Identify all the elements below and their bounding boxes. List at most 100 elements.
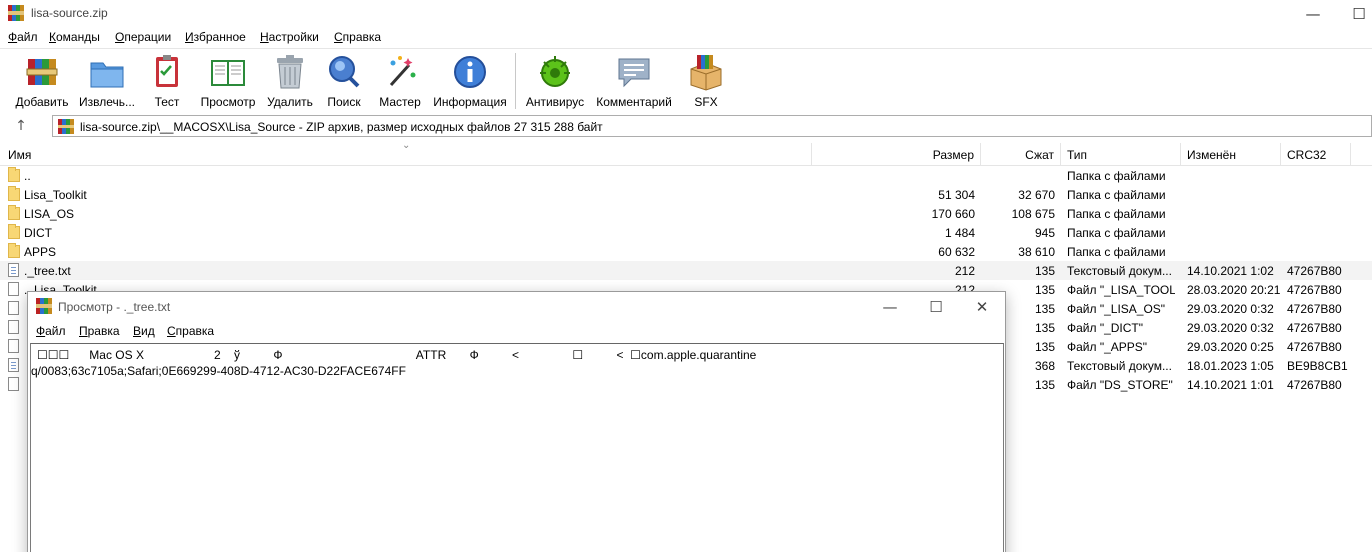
row-modified: 14.10.2021 1:02 (1187, 264, 1274, 278)
viewer-close-button[interactable]: ✕ (959, 292, 1005, 322)
row-size: 212 (954, 264, 975, 278)
menu-commands[interactable]: Команды (49, 30, 100, 44)
viewer-menu-edit[interactable]: Правка (79, 324, 120, 338)
file-icon (8, 282, 19, 296)
info-icon (451, 53, 489, 91)
column-modified[interactable]: Изменён (1181, 143, 1281, 166)
menu-help[interactable]: Справка (334, 30, 381, 44)
viewer-window: Просмотр - ._tree.txt — ☐ ✕ Файл Правка … (27, 291, 1006, 552)
list-item[interactable]: LISA_OS 170 660 108 675 Папка с файлами (0, 204, 1372, 223)
row-name: LISA_OS (24, 207, 75, 221)
list-item[interactable]: Lisa_Toolkit 51 304 32 670 Папка с файла… (0, 185, 1372, 204)
column-type-label: Тип (1067, 147, 1088, 162)
viewer-title-bar: Просмотр - ._tree.txt — ☐ ✕ (28, 292, 1005, 322)
wizard-wand-icon (381, 53, 419, 91)
row-name: .. (24, 169, 31, 183)
row-type: Файл "DS_STORE" (1067, 378, 1173, 392)
row-type: Папка с файлами (1067, 207, 1166, 221)
list-item[interactable]: APPS 60 632 38 610 Папка с файлами (0, 242, 1372, 261)
column-type[interactable]: Тип (1061, 143, 1181, 166)
antivirus-bug-icon (536, 53, 574, 91)
minimize-button[interactable]: — (1290, 0, 1336, 27)
row-type: Файл "_LISA_OS" (1067, 302, 1166, 316)
list-item[interactable]: ._tree.txt 212 135 Текстовый докум... 14… (0, 261, 1372, 280)
viewer-maximize-button[interactable]: ☐ (913, 292, 959, 322)
column-crc[interactable]: CRC32 (1281, 143, 1351, 166)
title-bar: lisa-source.zip — ☐ (0, 0, 1372, 27)
test-label: Тест (154, 95, 180, 109)
menu-settings[interactable]: Настройки (260, 30, 319, 44)
row-packed: 945 (1034, 226, 1055, 240)
find-button[interactable]: Поиск (324, 53, 364, 111)
extract-button[interactable]: Извлечь... (77, 53, 137, 111)
text-file-icon (8, 263, 19, 277)
row-type: Файл "_APPS" (1067, 340, 1148, 354)
sfx-button[interactable]: SFX (686, 53, 726, 111)
path-field[interactable]: lisa-source.zip\__MACOSX\Lisa_Source - Z… (52, 115, 1372, 137)
row-modified: 14.10.2021 1:01 (1187, 378, 1274, 392)
delete-button[interactable]: Удалить (267, 53, 313, 111)
column-modified-label: Изменён (1187, 147, 1236, 162)
view-label: Просмотр (200, 95, 256, 109)
row-size: 170 660 (931, 207, 975, 221)
menu-favorites[interactable]: Избранное (185, 30, 246, 44)
row-name: ._tree.txt (24, 264, 71, 278)
viewer-text-line: ☐☐☐ Mac OS X 2 ў Ф ATTR Ф < ☐ < ☐com.app… (37, 348, 757, 362)
view-book-icon (209, 53, 247, 91)
viewer-menu-file[interactable]: Файл (36, 324, 66, 338)
antivirus-button[interactable]: Антивирус (524, 53, 586, 111)
row-type: Папка с файлами (1067, 245, 1166, 259)
file-icon (8, 377, 19, 391)
comment-icon (615, 53, 653, 91)
comment-label: Комментарий (596, 95, 672, 109)
text-file-icon (8, 358, 19, 372)
path-text: lisa-source.zip\__MACOSX\Lisa_Source - Z… (80, 120, 603, 134)
antivirus-label: Антивирус (525, 95, 585, 109)
list-item[interactable]: .. Папка с файлами (0, 166, 1372, 185)
add-button[interactable]: Добавить (14, 53, 70, 111)
viewer-text-area[interactable]: ☐☐☐ Mac OS X 2 ў Ф ATTR Ф < ☐ < ☐com.app… (30, 343, 1004, 552)
column-packed[interactable]: Сжат (981, 143, 1061, 166)
sort-chevron-icon: ⌄ (402, 140, 411, 151)
row-type: Файл "_LISA_TOOL... (1067, 283, 1175, 297)
row-type: Текстовый докум... (1067, 264, 1172, 278)
row-size: 1 484 (944, 226, 975, 240)
column-size[interactable]: Размер (812, 143, 981, 166)
find-label: Поиск (327, 95, 361, 109)
menu-bar: Файл Команды Операции Избранное Настройк… (0, 28, 1372, 47)
folder-icon (8, 224, 20, 239)
column-packed-label: Сжат (1025, 147, 1054, 162)
info-button[interactable]: Информация (432, 53, 508, 111)
sfx-label: SFX (694, 95, 718, 109)
comment-button[interactable]: Комментарий (594, 53, 674, 111)
list-item[interactable]: DICT 1 484 945 Папка с файлами (0, 223, 1372, 242)
delete-label: Удалить (267, 95, 313, 109)
viewer-menu-view[interactable]: Вид (133, 324, 155, 338)
up-arrow-icon[interactable]: ↑ (11, 116, 31, 136)
folder-icon (8, 167, 20, 182)
viewer-minimize-button[interactable]: — (867, 292, 913, 322)
file-icon (8, 339, 19, 353)
row-modified: 29.03.2020 0:32 (1187, 321, 1274, 335)
test-button[interactable]: Тест (148, 53, 186, 111)
wizard-button[interactable]: Мастер (378, 53, 422, 111)
row-modified: 29.03.2020 0:25 (1187, 340, 1274, 354)
archive-icon (58, 119, 74, 134)
menu-operations[interactable]: Операции (115, 30, 171, 44)
row-crc: 47267B80 (1287, 340, 1342, 354)
viewer-menu-help[interactable]: Справка (167, 324, 214, 338)
toolbar-separator (515, 53, 516, 109)
maximize-button[interactable]: ☐ (1336, 0, 1372, 27)
sfx-box-icon (687, 53, 725, 91)
file-list-header: Имя ⌄ Размер Сжат Тип Изменён CRC32 (0, 140, 1372, 166)
row-type: Текстовый докум... (1067, 359, 1172, 373)
extract-label: Извлечь... (78, 95, 135, 109)
test-icon (148, 53, 186, 91)
row-crc: 47267B80 (1287, 378, 1342, 392)
info-label: Информация (433, 95, 507, 109)
menu-file[interactable]: Файл (8, 30, 38, 44)
file-icon (8, 301, 19, 315)
winrar-app-icon (36, 298, 52, 314)
row-crc: 47267B80 (1287, 283, 1342, 297)
view-button[interactable]: Просмотр (199, 53, 257, 111)
